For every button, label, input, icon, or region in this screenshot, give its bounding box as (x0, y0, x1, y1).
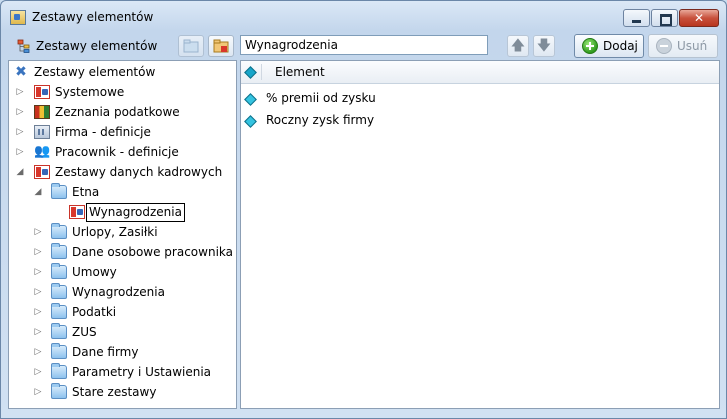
collapse-icon[interactable]: ◢ (33, 182, 43, 202)
folder-icon (51, 263, 67, 279)
folder-icon (51, 223, 67, 239)
tree-item-label: Zeznania podatkowe (55, 105, 180, 119)
remove-button-label: Usuń (677, 39, 708, 53)
application-window: Zestawy elementów ✕ Zestawy elementów 🡅 … (0, 0, 727, 419)
minimize-icon (632, 20, 641, 23)
tree-root-label: Zestawy elementów (34, 65, 156, 79)
expand-icon[interactable]: ▷ (33, 282, 43, 302)
expand-icon[interactable]: ▷ (15, 102, 25, 122)
elements-grid[interactable]: Element % premii od zysku Roczny zysk fi… (240, 60, 720, 409)
search-input[interactable] (240, 35, 488, 55)
folder-icon (51, 383, 67, 399)
folder-icon (51, 343, 67, 359)
grid-cell: % premii od zysku (266, 91, 376, 105)
set-icon (69, 205, 85, 219)
remove-button[interactable]: Usuń (648, 34, 718, 58)
set-icon (34, 85, 50, 99)
books-icon (34, 105, 50, 119)
tree-structure-icon (17, 39, 30, 53)
expand-icon[interactable]: ▷ (33, 322, 43, 342)
tree-item-label: Firma - definicje (55, 125, 151, 139)
element-column-header[interactable]: Element (275, 65, 325, 79)
building-icon (34, 125, 50, 139)
minimize-button[interactable] (623, 9, 650, 27)
close-icon: ✕ (693, 11, 705, 25)
folder-options-button[interactable] (208, 35, 234, 57)
expand-icon[interactable]: ▷ (15, 82, 25, 102)
tree-item-label: Dane osobowe pracownika (72, 245, 233, 259)
maximize-icon (660, 14, 672, 26)
tree-item-label: Podatki (72, 305, 117, 319)
title-bar[interactable]: Zestawy elementów ✕ (1, 1, 726, 31)
remove-icon (656, 38, 672, 54)
expand-icon[interactable]: ▷ (33, 342, 43, 362)
diamond-icon (244, 93, 257, 106)
new-folder-button[interactable] (178, 35, 204, 57)
tree-item-label: Systemowe (55, 85, 125, 99)
folder-icon (51, 323, 67, 339)
add-button[interactable]: Dodaj (574, 34, 644, 58)
tree-item-label: Umowy (72, 265, 117, 279)
folder-icon (51, 363, 67, 379)
tree-item-label: Stare zestawy (72, 385, 157, 399)
toolbar-title: Zestawy elementów (36, 39, 158, 53)
maximize-button[interactable] (651, 9, 678, 27)
expand-icon[interactable]: ▷ (33, 302, 43, 322)
app-icon (10, 10, 26, 25)
tree-item-label: Wynagrodzenia (72, 285, 165, 299)
tools-icon: ✖ (15, 64, 27, 80)
window-title: Zestawy elementów (32, 10, 154, 24)
tree-item-label: ZUS (72, 325, 97, 339)
folder-icon (51, 283, 67, 299)
collapse-icon[interactable]: ◢ (15, 162, 25, 182)
folder-icon (51, 243, 67, 259)
expand-icon[interactable]: ▷ (33, 242, 43, 262)
grid-header[interactable]: Element (241, 61, 719, 84)
close-button[interactable]: ✕ (679, 9, 719, 27)
grid-row[interactable]: % premii od zysku (241, 88, 719, 108)
grid-cell: Roczny zysk firmy (266, 113, 375, 127)
add-icon (582, 38, 598, 54)
tree-item-label: Dane firmy (72, 345, 139, 359)
expand-icon[interactable]: ▷ (33, 362, 43, 382)
diamond-icon (244, 66, 257, 79)
tree-item-label: Parametry i Ustawienia (72, 365, 212, 379)
new-folder-icon (183, 39, 199, 53)
move-up-button[interactable]: 🡅 (507, 35, 529, 57)
grid-row[interactable]: Roczny zysk firmy (241, 110, 719, 130)
set-icon (34, 165, 50, 179)
tree-item-label: Etna (72, 185, 100, 199)
people-icon: 👥 (34, 144, 51, 159)
add-button-label: Dodaj (603, 39, 638, 53)
tree-item-label: Zestawy danych kadrowych (55, 165, 223, 179)
tree-item-label: Pracownik - definicje (55, 145, 179, 159)
tree-item-label: Urlopy, Zasiłki (72, 225, 158, 239)
diamond-icon (244, 115, 257, 128)
folder-icon (51, 303, 67, 319)
expand-icon[interactable]: ▷ (15, 122, 25, 142)
sets-tree[interactable]: ✖ Zestawy elementów ▷ Systemowe ▷ Zeznan… (8, 60, 237, 409)
folder-icon (51, 183, 67, 199)
expand-icon[interactable]: ▷ (33, 222, 43, 242)
folder-edit-icon (213, 39, 229, 53)
tree-item-label: Wynagrodzenia (86, 203, 185, 222)
expand-icon[interactable]: ▷ (33, 262, 43, 282)
expand-icon[interactable]: ▷ (15, 142, 25, 162)
expand-icon[interactable]: ▷ (33, 382, 43, 402)
column-separator (261, 64, 262, 80)
move-down-button[interactable]: 🡇 (533, 35, 555, 57)
